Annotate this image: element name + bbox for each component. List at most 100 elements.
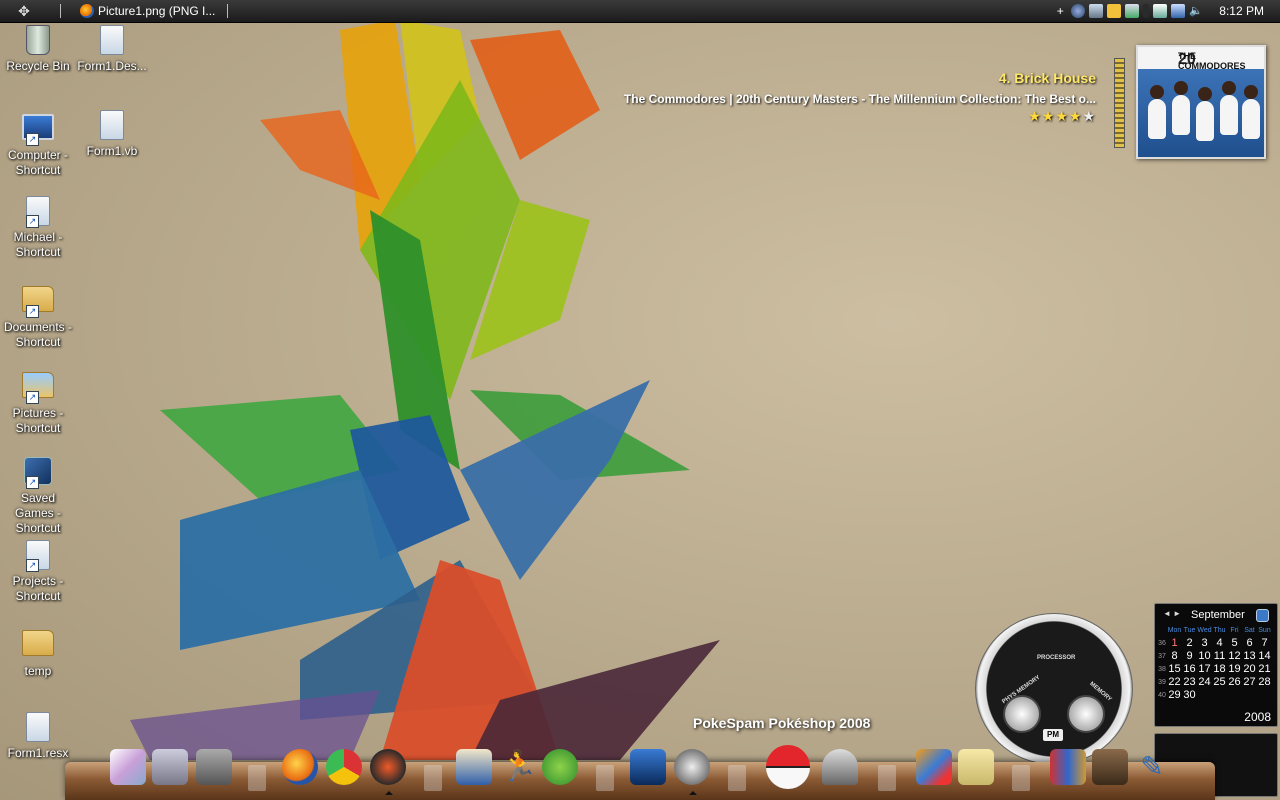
desktop-icon-michael[interactable]: ↗ Michael - Shortcut (0, 196, 76, 260)
taskbar-separator (227, 4, 228, 18)
desktop-icon-documents[interactable]: ↗ Documents - Shortcut (0, 282, 76, 350)
cpu-memory-gauge[interactable]: PROCESSOR PHYS MEMORY MEMORY PM (975, 613, 1135, 765)
desktop-icon-saved-games[interactable]: ↗ Saved Games - Shortcut (0, 454, 76, 536)
clock[interactable]: 8:12 PM (1219, 4, 1264, 18)
dock-item-aim[interactable]: 🏃 (498, 745, 538, 789)
plus-icon[interactable]: + (1053, 4, 1067, 18)
rating-stars[interactable]: ★★★★★ (624, 108, 1096, 125)
dock-item-paint-brush[interactable]: ✎ (1132, 745, 1172, 789)
desktop-icon-label: Pictures - Shortcut (12, 406, 64, 435)
headphones-icon (674, 749, 710, 785)
dock-empty-slot (1012, 765, 1030, 791)
star-icon: ★ (1055, 108, 1069, 124)
thunderbird-icon (456, 749, 492, 785)
task-title: Picture1.png (PNG I... (98, 4, 216, 18)
aim-icon: 🏃 (500, 750, 538, 783)
dock-item-rss[interactable] (368, 745, 408, 795)
rss-icon (370, 749, 406, 785)
desktop-icon-label: Form1.Des... (77, 59, 147, 73)
album-cover-band: 20 THE COMMODORES (1138, 47, 1264, 71)
taskbar-separator (60, 4, 61, 18)
messenger-icon (542, 749, 578, 785)
notepad-icon (958, 749, 994, 785)
folder-icon (22, 630, 54, 656)
star-empty-icon: ★ (1082, 108, 1096, 124)
document-icon (26, 712, 50, 742)
album-cover-title: THE COMMODORES (1178, 51, 1246, 71)
dock-item-portrait[interactable] (1090, 745, 1130, 789)
volume-icon[interactable]: 🔈 (1189, 4, 1203, 18)
dock-item-thunderbird[interactable] (454, 745, 494, 789)
dock-item-imac[interactable] (150, 745, 190, 789)
system-tray: + 🔈 8:12 PM (1053, 0, 1280, 22)
dock-item-assassin[interactable] (820, 745, 860, 789)
dock-empty-slot (728, 765, 746, 791)
desktop-icon-label: Saved Games - Shortcut (14, 491, 61, 535)
desktop-icon-label: Computer - Shortcut (7, 148, 69, 177)
desktop-icon-temp[interactable]: temp (0, 626, 76, 679)
assassin-icon (822, 749, 858, 785)
desktop-icon-recycle-bin[interactable]: Recycle Bin (0, 25, 76, 74)
dock-item-stripes[interactable] (914, 745, 954, 789)
firefox-icon (282, 749, 318, 785)
calendar-year: 2008 (1244, 710, 1271, 724)
phys-memory-subdial (1003, 695, 1041, 733)
memory-subdial (1067, 695, 1105, 733)
calendar-gadget[interactable]: ◄ ► September Mon Tue Wed Thu Fri Sat Sun 36 1… (1154, 603, 1278, 727)
album-cover-photo (1138, 69, 1264, 157)
contacts-icon[interactable] (1089, 4, 1104, 18)
tools-icon (196, 749, 232, 785)
desktop-icon-pictures[interactable]: ↗ Pictures - Shortcut (0, 368, 76, 436)
display-icon[interactable] (1171, 4, 1186, 18)
dock-item-books[interactable] (1048, 745, 1088, 789)
dock-item-video[interactable] (628, 745, 668, 789)
shortcut-arrow-icon: ↗ (26, 559, 39, 572)
taskbar-item-firefox[interactable]: Picture1.png (PNG I... (80, 2, 215, 20)
shortcut-arrow-icon: ↗ (26, 476, 39, 489)
paint-brush-icon: ✎ (1140, 751, 1164, 782)
month-nav-arrows[interactable]: ◄ ► (1163, 609, 1181, 618)
gauge-dial (975, 613, 1133, 765)
calendar-month: September (1191, 609, 1245, 621)
dock-empty-slot (248, 765, 266, 791)
processor-label: PROCESSOR (1037, 655, 1076, 661)
dock-item-firefox[interactable] (280, 745, 320, 789)
desktop-icon-form1-designer[interactable]: Form1.Des... (74, 25, 150, 74)
now-playing-album: The Commodores | 20th Century Masters - … (623, 92, 1096, 106)
calendar-today[interactable]: 1 (1167, 637, 1182, 650)
calendar-icon[interactable] (1256, 609, 1269, 622)
books-icon (1050, 749, 1086, 785)
dock-item-headphones[interactable] (672, 745, 712, 795)
desktop-icon-projects[interactable]: ↗ Projects - Shortcut (0, 540, 76, 604)
start-menu-icon[interactable]: ✥ (16, 3, 32, 19)
imac-icon (152, 749, 188, 785)
dock: 🏃 ✎ (0, 745, 1280, 800)
desktop-icon-form1-vb[interactable]: Form1.vb (74, 110, 150, 159)
now-playing-track: 4. Brick House (998, 70, 1096, 86)
dock-item-messenger[interactable] (540, 745, 580, 789)
network-globe-icon[interactable] (1071, 4, 1086, 18)
album-cover[interactable]: 20 THE COMMODORES (1136, 45, 1266, 159)
video-icon (630, 749, 666, 785)
desktop-icon-label: Form1.vb (86, 144, 138, 158)
calendar-grid: Mon Tue Wed Thu Fri Sat Sun 36 1234567 37 8 9 10… (1158, 627, 1271, 701)
dock-item-tools[interactable] (194, 745, 234, 789)
document-icon (100, 110, 124, 140)
desktop-icon-computer[interactable]: ↗ Computer - Shortcut (0, 110, 76, 178)
dock-item-pokeball[interactable] (766, 745, 810, 789)
dock-label: PokeSpam Pokéshop 2008 (693, 715, 871, 731)
now-playing-widget[interactable]: 4. Brick House The Commodores | 20th Cen… (624, 70, 1096, 125)
star-icon: ★ (1068, 108, 1083, 124)
hex-icon[interactable] (1107, 4, 1122, 18)
dock-item-notepad[interactable] (956, 745, 996, 789)
dock-empty-slot (878, 765, 896, 791)
dock-item-frame[interactable] (108, 745, 148, 789)
volume-meter[interactable] (1114, 58, 1125, 148)
shortcut-arrow-icon: ↗ (26, 215, 39, 228)
shield-icon[interactable] (1125, 4, 1140, 18)
usb-icon[interactable] (1153, 4, 1168, 18)
desktop-icon-label: temp (24, 664, 52, 678)
dock-item-chrome[interactable] (324, 745, 364, 789)
stripes-icon (916, 749, 952, 785)
recycle-bin-icon (26, 25, 50, 55)
